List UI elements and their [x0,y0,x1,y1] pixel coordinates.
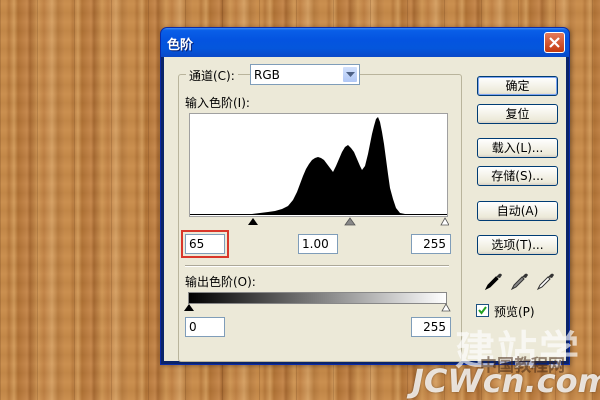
levels-dialog: 色阶 通道(C): RGB 输入色阶(I): 65 1.00 255 输出色阶(… [160,27,570,365]
output-levels-label: 输出色阶(O): [185,275,256,289]
channel-dropdown-button[interactable] [342,66,358,83]
checkmark-icon [478,306,487,315]
auto-button[interactable]: 自动(A) [477,201,558,221]
gray-eyedropper-icon[interactable] [510,271,530,291]
output-black-field[interactable]: 0 [185,317,225,337]
options-button[interactable]: 选项(T)... [477,235,558,255]
channel-select[interactable]: RGB [250,64,360,85]
separator [185,265,449,267]
output-black-slider[interactable] [184,304,194,311]
white-eyedropper-icon[interactable] [536,271,556,291]
dialog-title: 色阶 [167,38,194,53]
black-point-slider[interactable] [248,218,258,225]
dropdown-arrow-icon [346,72,355,77]
input-black-field[interactable]: 65 [181,230,229,258]
black-eyedropper-icon[interactable] [484,271,504,291]
load-button[interactable]: 载入(L)... [477,138,558,158]
title-bar[interactable]: 色阶 [161,28,569,57]
input-level-sliders [248,217,449,226]
input-levels-label: 输入色阶(I): [185,96,250,110]
channel-label: 通道(C): [186,67,238,84]
close-icon [549,37,560,48]
output-white-field[interactable]: 255 [411,317,451,337]
histogram [189,113,448,217]
save-button[interactable]: 存储(S)... [477,166,558,186]
gamma-slider[interactable] [344,217,356,226]
output-white-slider[interactable] [441,303,451,312]
input-white-field[interactable]: 255 [411,234,451,254]
watermark-url: JCWcn.com [412,362,600,400]
dialog-body: 通道(C): RGB 输入色阶(I): 65 1.00 255 输出色阶(O):… [164,57,566,362]
white-point-slider[interactable] [440,217,449,226]
input-gamma-field[interactable]: 1.00 [298,234,338,254]
close-button[interactable] [544,32,565,53]
ok-button[interactable]: 确定 [477,76,558,96]
output-level-sliders [184,303,451,312]
channel-value: RGB [254,68,280,82]
histogram-graph [190,117,447,215]
preview-checkbox[interactable] [476,304,489,317]
reset-button[interactable]: 复位 [477,104,558,124]
